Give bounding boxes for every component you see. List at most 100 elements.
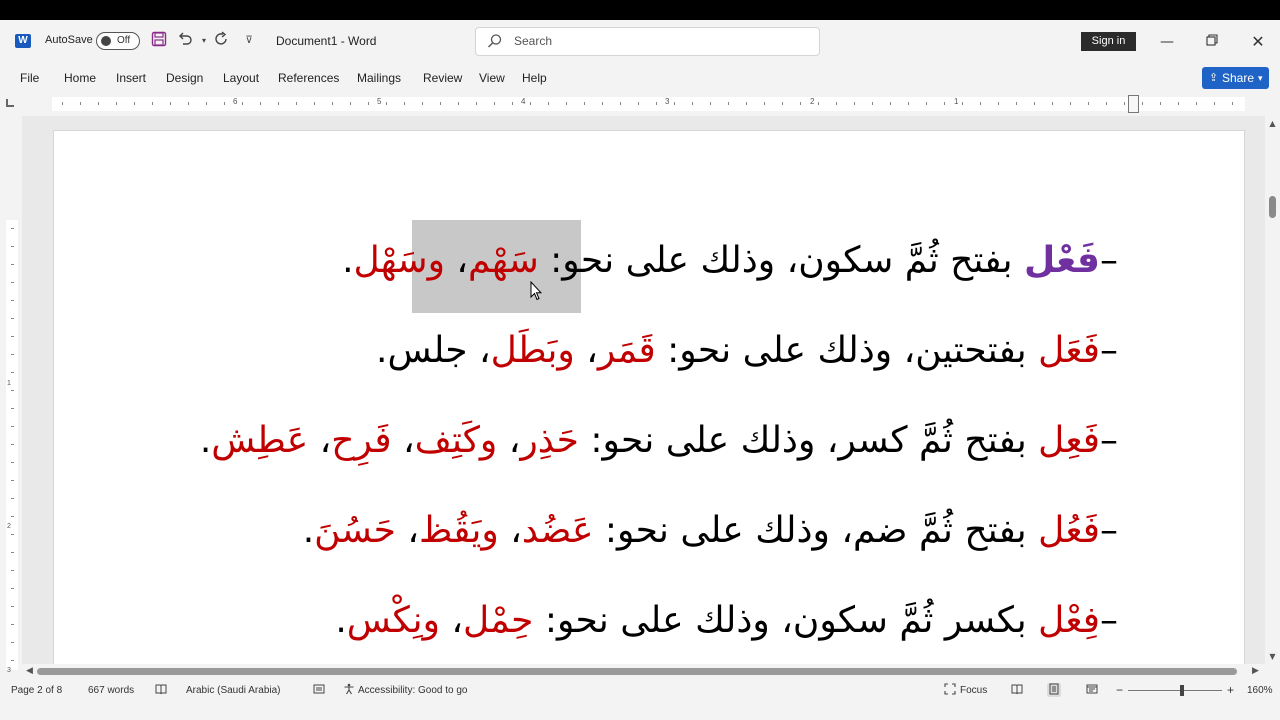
example-word: سَهْم — [468, 240, 539, 281]
document-page[interactable]: – فَعْل بفتح ثُمَّ سكون، وذلك على نحو: سَ… — [53, 130, 1245, 664]
ruler-tick — [134, 102, 135, 105]
focus-label[interactable]: Focus — [960, 685, 987, 696]
vertical-scroll-thumb[interactable] — [1269, 196, 1276, 218]
word-window: W AutoSave Off ▾ ⊽ Document1 - Word Sear… — [0, 20, 1280, 720]
example-word: عَضُد — [521, 510, 594, 551]
indent-marker-icon[interactable] — [1128, 95, 1139, 113]
paragraph-line-1[interactable]: –فَعْل بفتح ثُمَّ سكون، وذلك على نحو: سَ… — [342, 243, 1118, 279]
share-button[interactable]: ⇪ Share ▾ — [1202, 67, 1269, 89]
macro-icon[interactable] — [312, 683, 326, 697]
horizontal-scrollbar[interactable]: ◀ ▶ — [22, 664, 1265, 678]
line-end: . — [199, 420, 212, 461]
separator: ، — [395, 510, 419, 551]
vertical-scrollbar[interactable]: ▲ ▼ — [1265, 116, 1280, 664]
ruler-tick — [890, 102, 891, 105]
document-title: Document1 - Word — [276, 34, 377, 48]
paragraph-line-5[interactable]: –فِعْل بكسر ثُمَّ سكون، وذلك على نحو: حِ… — [335, 603, 1118, 639]
zoom-level[interactable]: 160% — [1247, 685, 1273, 696]
scroll-down-icon[interactable]: ▼ — [1268, 652, 1277, 661]
ruler-tick — [80, 102, 81, 105]
ruler-tick — [224, 102, 225, 105]
read-mode-icon[interactable] — [1010, 683, 1024, 697]
ruler-tick — [296, 102, 297, 105]
undo-icon[interactable] — [175, 31, 195, 51]
tab-mailings[interactable]: Mailings — [357, 71, 401, 85]
paragraph-line-3[interactable]: –فَعِل بفتح ثُمَّ كسر، وذلك على نحو: حَذ… — [200, 423, 1118, 459]
proofing-icon[interactable] — [154, 683, 168, 697]
vruler-tick — [11, 498, 14, 499]
ruler-tick — [368, 102, 369, 105]
tab-layout[interactable]: Layout — [223, 71, 259, 85]
document-canvas[interactable]: – فَعْل بفتح ثُمَّ سكون، وذلك على نحو: سَ… — [22, 116, 1265, 664]
focus-icon[interactable] — [943, 683, 957, 697]
vruler-tick — [11, 372, 14, 373]
zoom-in-icon[interactable]: + — [1227, 683, 1234, 697]
example-word: فَرِح — [331, 420, 392, 461]
page-count[interactable]: Page 2 of 8 — [11, 685, 62, 696]
sign-in-button[interactable]: Sign in — [1081, 32, 1136, 51]
line-text: بفتحتين، وذلك على نحو: — [655, 330, 1039, 371]
tab-help[interactable]: Help — [522, 71, 547, 85]
restore-icon[interactable] — [1198, 28, 1226, 56]
web-layout-icon[interactable] — [1085, 683, 1099, 697]
ruler-tick — [746, 102, 747, 105]
line-text: بفتح ثُمَّ سكون، وذلك على نحو: — [538, 240, 1024, 281]
ruler-number: 2 — [810, 97, 815, 106]
horizontal-scroll-thumb[interactable] — [37, 668, 1237, 675]
zoom-slider-thumb[interactable] — [1180, 685, 1184, 696]
accessibility-icon[interactable] — [342, 683, 356, 697]
ruler-tick — [458, 102, 459, 105]
paragraph-line-2[interactable]: –فَعَل بفتحتين، وذلك على نحو: قَمَر، وبَ… — [376, 333, 1118, 369]
separator: ، — [391, 420, 415, 461]
scroll-up-icon[interactable]: ▲ — [1268, 119, 1277, 128]
share-label: Share — [1222, 71, 1255, 85]
tab-review[interactable]: Review — [423, 71, 462, 85]
tab-view[interactable]: View — [479, 71, 505, 85]
horizontal-ruler[interactable]: 6 5 4 3 2 1 — [0, 95, 1280, 113]
language-status[interactable]: Arabic (Saudi Arabia) — [186, 685, 281, 696]
tab-references[interactable]: References — [278, 71, 339, 85]
separator: ، — [574, 330, 598, 371]
zoom-out-icon[interactable]: − — [1116, 683, 1123, 697]
save-icon[interactable] — [149, 31, 169, 51]
vruler-tick — [11, 516, 14, 517]
minimize-icon[interactable]: — — [1153, 28, 1181, 56]
line-text: بفتح ثُمَّ ضم، وذلك على نحو: — [593, 510, 1039, 551]
tab-design[interactable]: Design — [166, 71, 203, 85]
line-dash: – — [1100, 600, 1118, 641]
vruler-tick — [11, 390, 14, 391]
status-bar: Page 2 of 8 667 words Arabic (Saudi Arab… — [0, 680, 1280, 702]
vruler-tick — [11, 282, 14, 283]
mouse-pointer-icon — [530, 281, 542, 301]
example-word: حِمْل — [463, 600, 534, 641]
print-layout-icon[interactable] — [1047, 683, 1061, 697]
ruler-tick — [278, 102, 279, 105]
word-count[interactable]: 667 words — [88, 685, 134, 696]
line-end: . — [302, 510, 315, 551]
autosave-toggle[interactable]: Off — [96, 32, 140, 50]
close-icon[interactable]: ✕ — [1244, 28, 1272, 56]
tab-insert[interactable]: Insert — [116, 71, 146, 85]
undo-dropdown-chevron-icon[interactable]: ▾ — [194, 31, 214, 51]
zoom-slider[interactable] — [1128, 690, 1222, 691]
search-box[interactable]: Search — [475, 27, 820, 56]
scroll-left-icon[interactable]: ◀ — [26, 666, 33, 676]
ruler-tick — [494, 102, 495, 105]
redo-icon[interactable] — [212, 31, 232, 51]
ruler-tick — [260, 102, 261, 105]
vertical-ruler: 1 2 3 — [0, 116, 22, 674]
pattern-word: فَعْل — [1023, 240, 1100, 281]
example-word: وسَهْل — [353, 240, 445, 281]
ruler-tick — [152, 102, 153, 105]
search-placeholder: Search — [514, 34, 553, 48]
separator: ، — [467, 330, 491, 371]
ruler-tick — [440, 102, 441, 105]
tab-stop-selector-icon[interactable] — [6, 99, 14, 107]
tab-file[interactable]: File — [20, 71, 39, 85]
paragraph-line-4[interactable]: –فَعُل بفتح ثُمَّ ضم، وذلك على نحو: عَضُ… — [303, 513, 1118, 549]
scroll-right-icon[interactable]: ▶ — [1252, 666, 1259, 676]
tab-home[interactable]: Home — [64, 71, 96, 85]
accessibility-status[interactable]: Accessibility: Good to go — [358, 685, 468, 696]
customize-toolbar-icon[interactable]: ⊽ — [239, 31, 259, 51]
search-icon — [488, 34, 502, 48]
